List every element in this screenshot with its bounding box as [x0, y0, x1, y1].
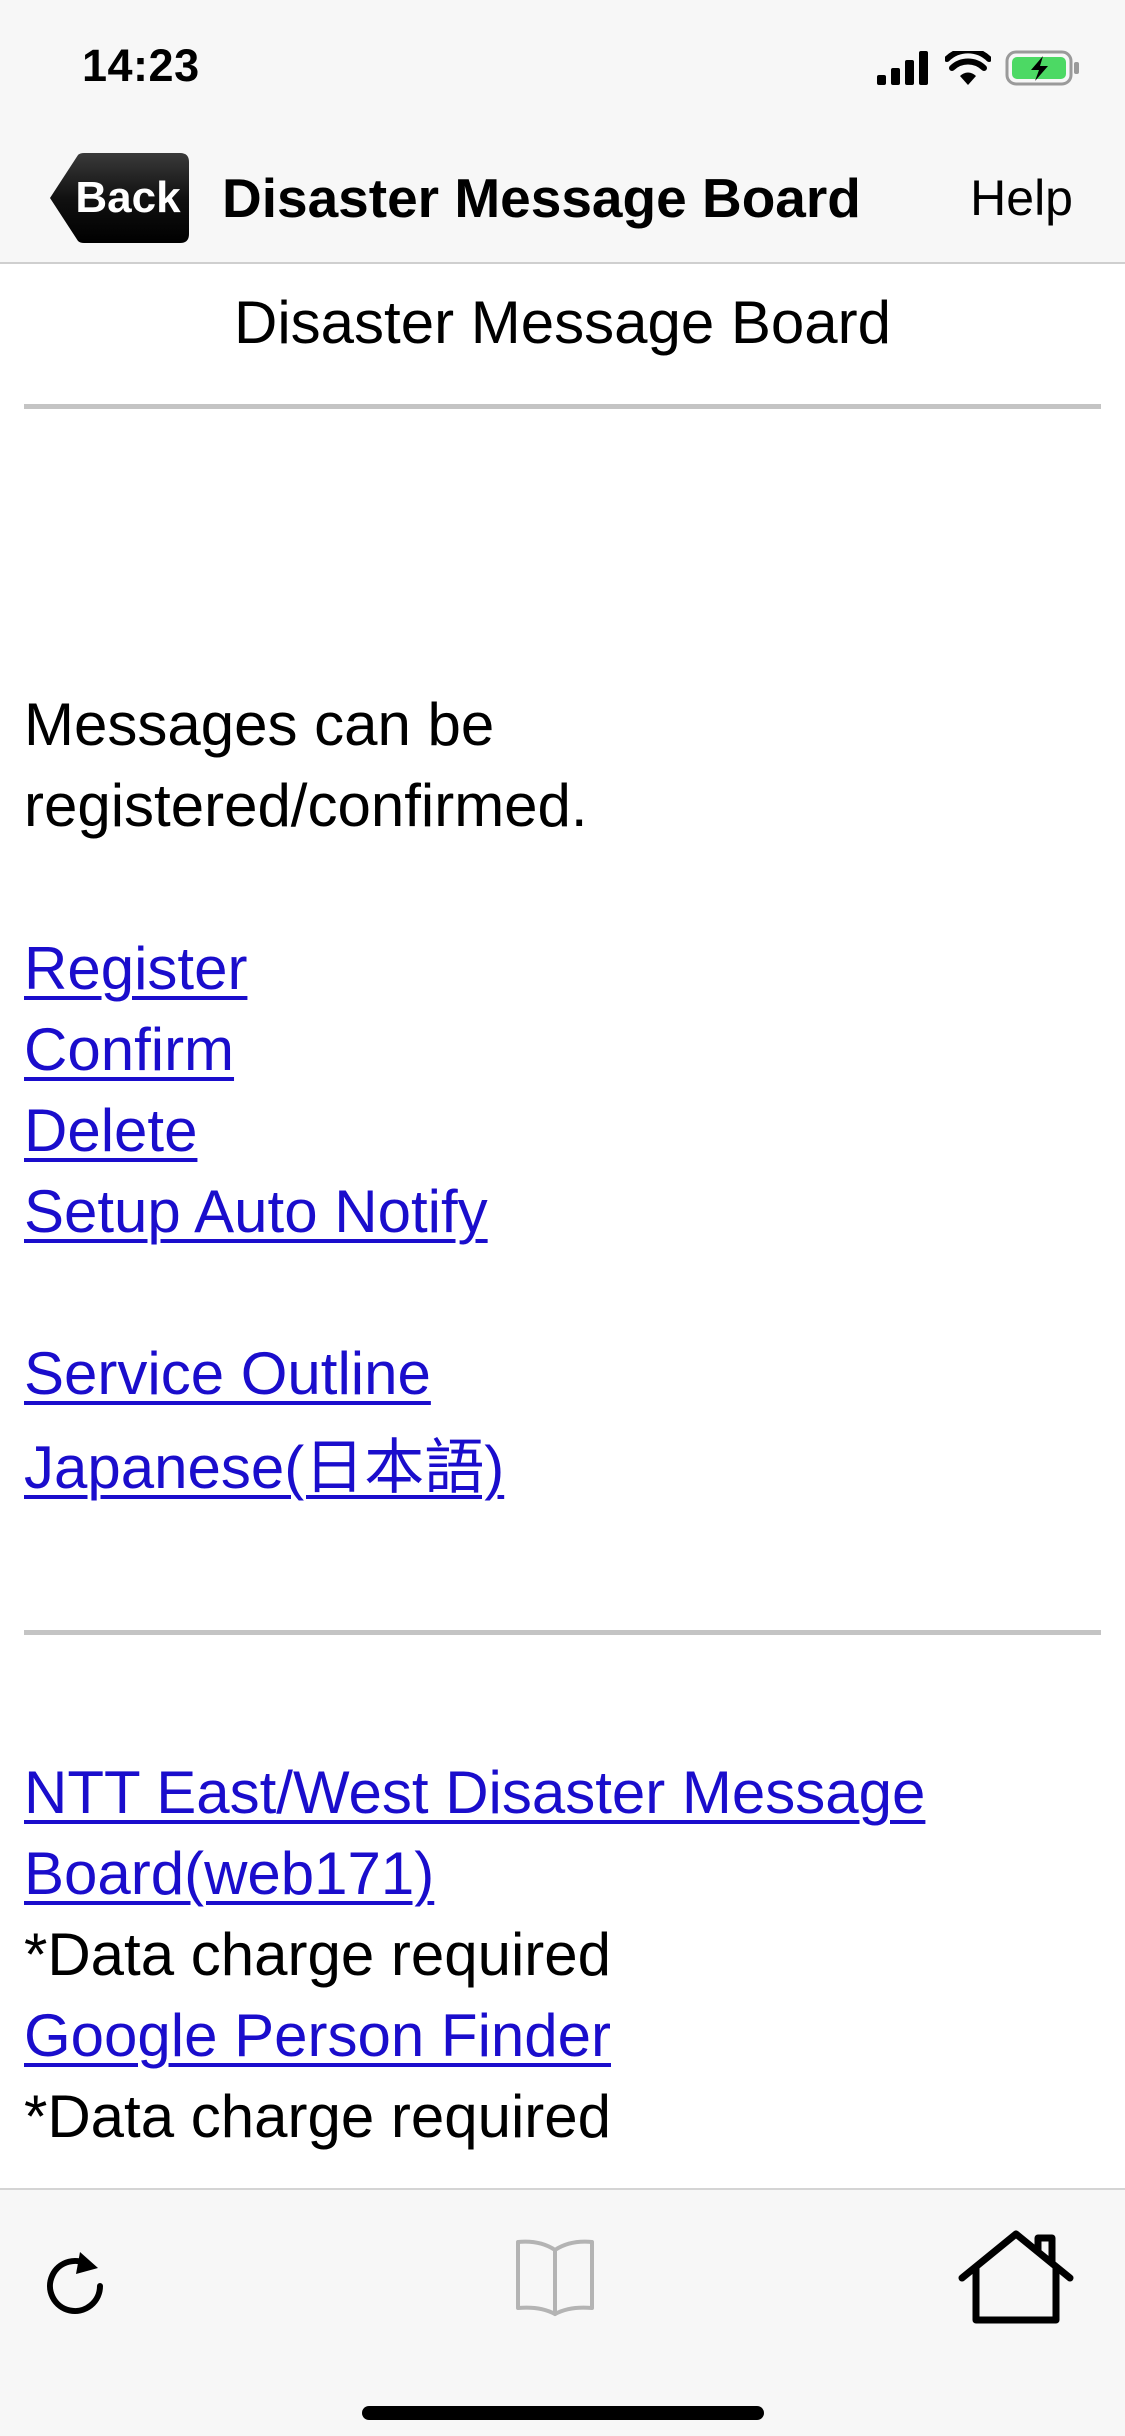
home-indicator[interactable]	[362, 2406, 764, 2420]
signal-icon	[877, 50, 931, 90]
back-button-label: Back	[75, 173, 181, 222]
back-button[interactable]: Back	[48, 152, 190, 244]
reload-icon[interactable]	[40, 2242, 110, 2322]
status-bar: 14:23	[0, 0, 1125, 132]
setup-auto-notify-link[interactable]: Setup Auto Notify	[24, 1171, 488, 1252]
status-icons	[877, 46, 1081, 92]
ntt-web171-link[interactable]: NTT East/West Disaster Message Board(web…	[24, 1752, 1084, 1914]
japanese-language-link[interactable]: Japanese(日本語)	[24, 1427, 504, 1508]
wifi-icon	[944, 46, 992, 90]
bookmarks-icon[interactable]	[510, 2230, 600, 2320]
divider-top	[24, 404, 1101, 409]
navigation-bar: Back Disaster Message Board Help	[0, 132, 1125, 264]
bottom-toolbar	[0, 2188, 1125, 2436]
page-title: Disaster Message Board	[234, 289, 891, 356]
service-outline-link[interactable]: Service Outline	[24, 1333, 431, 1414]
ntt-data-charge-note: *Data charge required	[24, 1921, 612, 1988]
status-time: 14:23	[82, 40, 200, 91]
help-button[interactable]: Help	[970, 132, 1073, 264]
nav-title: Disaster Message Board	[222, 167, 861, 229]
google-data-charge-note: *Data charge required	[24, 2083, 612, 2150]
register-link[interactable]: Register	[24, 928, 247, 1009]
divider-bottom	[24, 1630, 1101, 1635]
intro-text: Messages can be registered/confirmed.	[24, 691, 588, 839]
google-person-finder-link[interactable]: Google Person Finder	[24, 1995, 611, 2076]
delete-link[interactable]: Delete	[24, 1090, 197, 1171]
confirm-link[interactable]: Confirm	[24, 1009, 234, 1090]
battery-charging-icon	[1005, 50, 1081, 91]
home-icon[interactable]	[956, 2228, 1076, 2328]
